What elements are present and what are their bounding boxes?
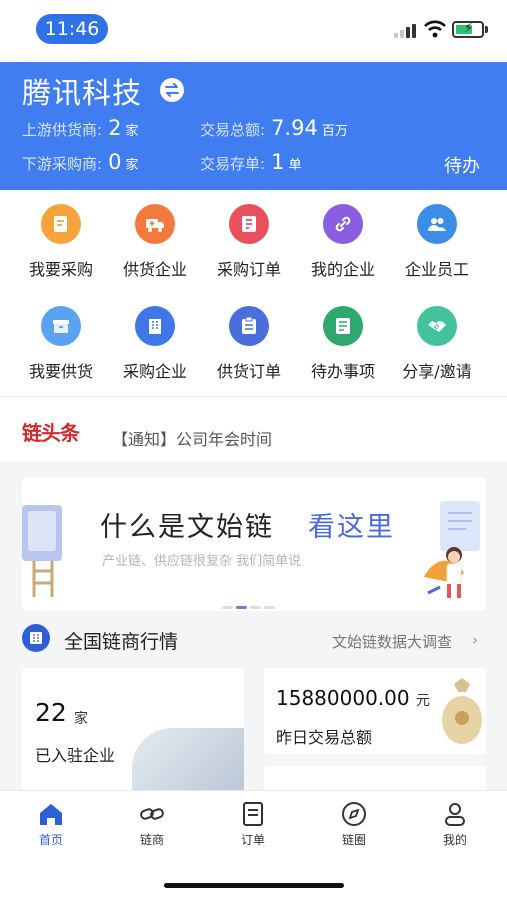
section-title: 全国链商行情 xyxy=(64,631,179,653)
link-icon xyxy=(323,204,363,244)
menu-item-purchase[interactable]: 我要采购 xyxy=(14,204,108,280)
todo-list-icon xyxy=(323,306,363,346)
stat-upstream: 上游供货商: 2 家 xyxy=(22,116,139,140)
company-name: 腾讯科技 xyxy=(22,76,143,110)
menu-item-todos[interactable]: 待办事项 xyxy=(296,306,390,382)
menu-item-suppliers[interactable]: 供货企业 xyxy=(108,204,202,280)
enterprises-unit: 家 xyxy=(74,711,88,727)
wifi-icon xyxy=(424,20,446,38)
volume-card[interactable]: 15880000.00 元 昨日交易总额 xyxy=(264,668,486,754)
enterprises-label: 已入驻企业 xyxy=(35,746,116,765)
banner-title-highlight: 看这里 xyxy=(308,512,395,543)
news-headline[interactable]: 【通知】公司年会时间 xyxy=(112,426,272,450)
truck-icon xyxy=(135,204,175,244)
signal-icon xyxy=(394,22,418,38)
orders-icon xyxy=(243,802,263,826)
volume-value: 15880000.00 xyxy=(276,686,410,710)
enterprises-count: 22 xyxy=(35,698,67,727)
compass-icon xyxy=(342,802,366,826)
tab-orders[interactable]: 订单 xyxy=(223,801,283,848)
supply-order-icon xyxy=(229,306,269,346)
book-illustration xyxy=(22,505,62,597)
volume-label: 昨日交易总额 xyxy=(276,728,373,747)
menu-item-share-invite[interactable]: 分享/邀请 xyxy=(390,306,484,382)
handshake-photo xyxy=(132,728,244,798)
promo-banner[interactable]: 什么是文始链 看这里 产业链、供应链很复杂 我们简单说 xyxy=(22,477,486,611)
stat-total-volume: 交易总额: 7.94 百万 xyxy=(200,116,348,140)
box-icon xyxy=(41,306,81,346)
purchase-icon xyxy=(41,204,81,244)
chevron-right-icon[interactable]: › xyxy=(472,631,478,649)
banner-pagination xyxy=(222,594,278,611)
handshake-icon xyxy=(417,306,457,346)
menu-item-staff[interactable]: 企业员工 xyxy=(390,204,484,280)
money-bag-icon xyxy=(442,678,482,744)
order-icon xyxy=(229,204,269,244)
market-building-icon xyxy=(22,624,50,652)
enterprises-card[interactable]: 22 家 已入驻企业 xyxy=(22,668,244,798)
home-indicator xyxy=(164,883,344,888)
chain-icon xyxy=(140,808,164,820)
todo-button[interactable]: 待办 xyxy=(444,152,480,178)
stat-downstream: 下游采购商: 0 家 xyxy=(22,150,139,174)
menu-item-my-company[interactable]: 我的企业 xyxy=(296,204,390,280)
menu-item-purchase-orders[interactable]: 采购订单 xyxy=(202,204,296,280)
banner-subtitle: 产业链、供应链很复杂 我们简单说 xyxy=(102,554,302,569)
tab-merchants[interactable]: 链商 xyxy=(122,801,182,848)
menu-item-supply[interactable]: 我要供货 xyxy=(14,306,108,382)
building-icon xyxy=(135,306,175,346)
battery-icon: ⚡ xyxy=(452,21,484,38)
profile-icon xyxy=(445,803,465,826)
person-illustration xyxy=(424,501,480,598)
tab-home[interactable]: 首页 xyxy=(21,801,81,848)
tab-circle[interactable]: 链圈 xyxy=(324,801,384,848)
company-header: 腾讯科技 上游供货商: 2 家 交易总额: 7.94 百万 下游采购商: 0 家 交易存单:… xyxy=(0,62,507,190)
banner-title: 什么是文始链 xyxy=(100,512,274,543)
stat-deposit-orders: 交易存单: 1 单 xyxy=(200,150,302,174)
menu-item-purchasers[interactable]: 采购企业 xyxy=(108,306,202,382)
quick-menu: 我要采购 供货企业 采购订单 我的企业 企业员工 我要供货 采购企业 供货订单 … xyxy=(0,190,507,396)
section-more-link[interactable]: 文始链数据大调查 xyxy=(332,631,452,652)
news-logo: 链头条 xyxy=(22,421,80,445)
news-ticker[interactable]: 链头条 【通知】公司年会时间 xyxy=(0,396,507,462)
home-icon xyxy=(40,804,62,825)
staff-icon xyxy=(417,204,457,244)
status-bar: 11:46 ⚡ xyxy=(0,0,507,62)
switch-company-icon[interactable] xyxy=(160,78,184,102)
tab-mine[interactable]: 我的 xyxy=(425,801,485,848)
menu-item-supply-orders[interactable]: 供货订单 xyxy=(202,306,296,382)
status-time: 11:46 xyxy=(36,14,108,44)
volume-unit: 元 xyxy=(416,693,430,709)
